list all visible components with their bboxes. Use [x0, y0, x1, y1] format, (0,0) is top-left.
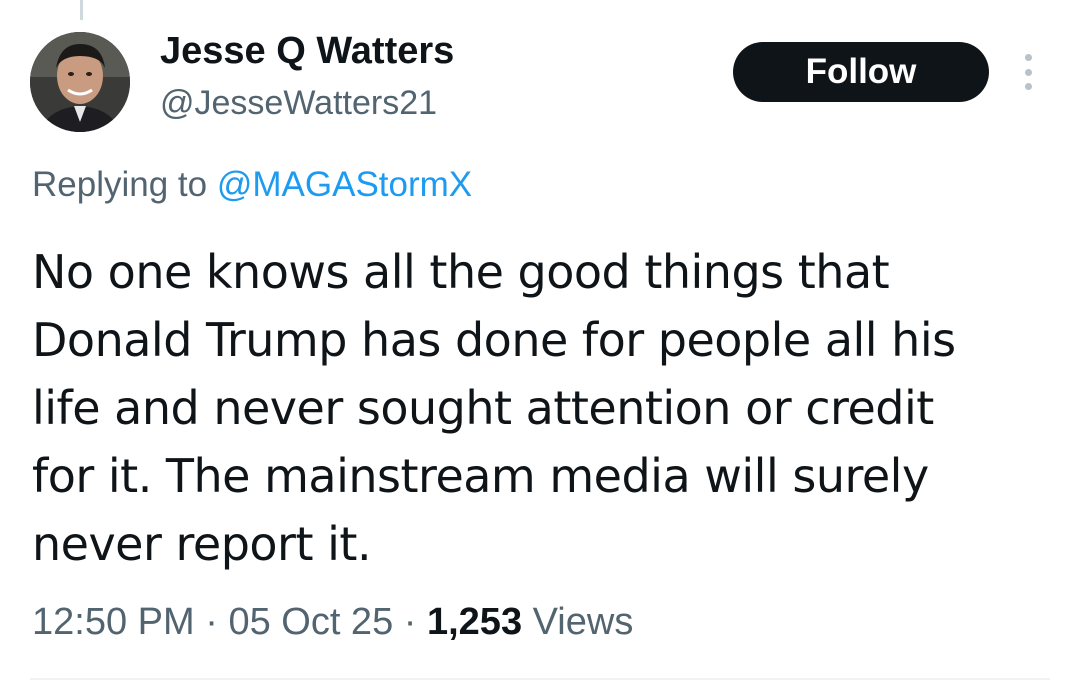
tweet-text-line: Donald Trump has done for people all his [32, 313, 956, 367]
views-count[interactable]: 1,253 [427, 601, 522, 643]
replying-to-label: Replying to [32, 165, 208, 204]
avatar[interactable] [30, 32, 130, 132]
tweet-date[interactable]: 05 Oct 25 [228, 601, 393, 643]
tweet-text-line: never report it. [32, 517, 372, 571]
thread-connector-line [80, 0, 83, 20]
tweet-detail: Jesse Q Watters @JesseWatters21 Follow R… [0, 0, 1080, 681]
author-handle[interactable]: @JesseWatters21 [160, 82, 437, 124]
more-dot [1024, 68, 1032, 76]
views-label[interactable]: Views [533, 601, 634, 643]
meta-separator: · [403, 601, 417, 643]
follow-button[interactable]: Follow [733, 42, 989, 102]
meta-separator: · [205, 601, 218, 643]
avatar-image [30, 32, 130, 132]
author-name[interactable]: Jesse Q Watters [160, 28, 454, 74]
replying-to: Replying to @MAGAStormX [32, 163, 472, 207]
tweet-time[interactable]: 12:50 PM [32, 601, 195, 643]
more-dot [1024, 54, 1032, 61]
more-dot [1024, 83, 1032, 90]
divider [30, 678, 1050, 680]
tweet-text-line: life and never sought attention or credi… [32, 381, 934, 435]
reply-mention-link[interactable]: @MAGAStormX [217, 165, 472, 204]
more-vertical-icon[interactable] [1016, 54, 1040, 90]
tweet-text-line: No one knows all the good things that [32, 245, 890, 299]
tweet-text: No one knows all the good things that Do… [32, 238, 1042, 578]
tweet-meta: 12:50 PM · 05 Oct 25 · 1,253 Views [32, 598, 633, 646]
tweet-text-line: for it. The mainstream media will surely [32, 449, 929, 503]
